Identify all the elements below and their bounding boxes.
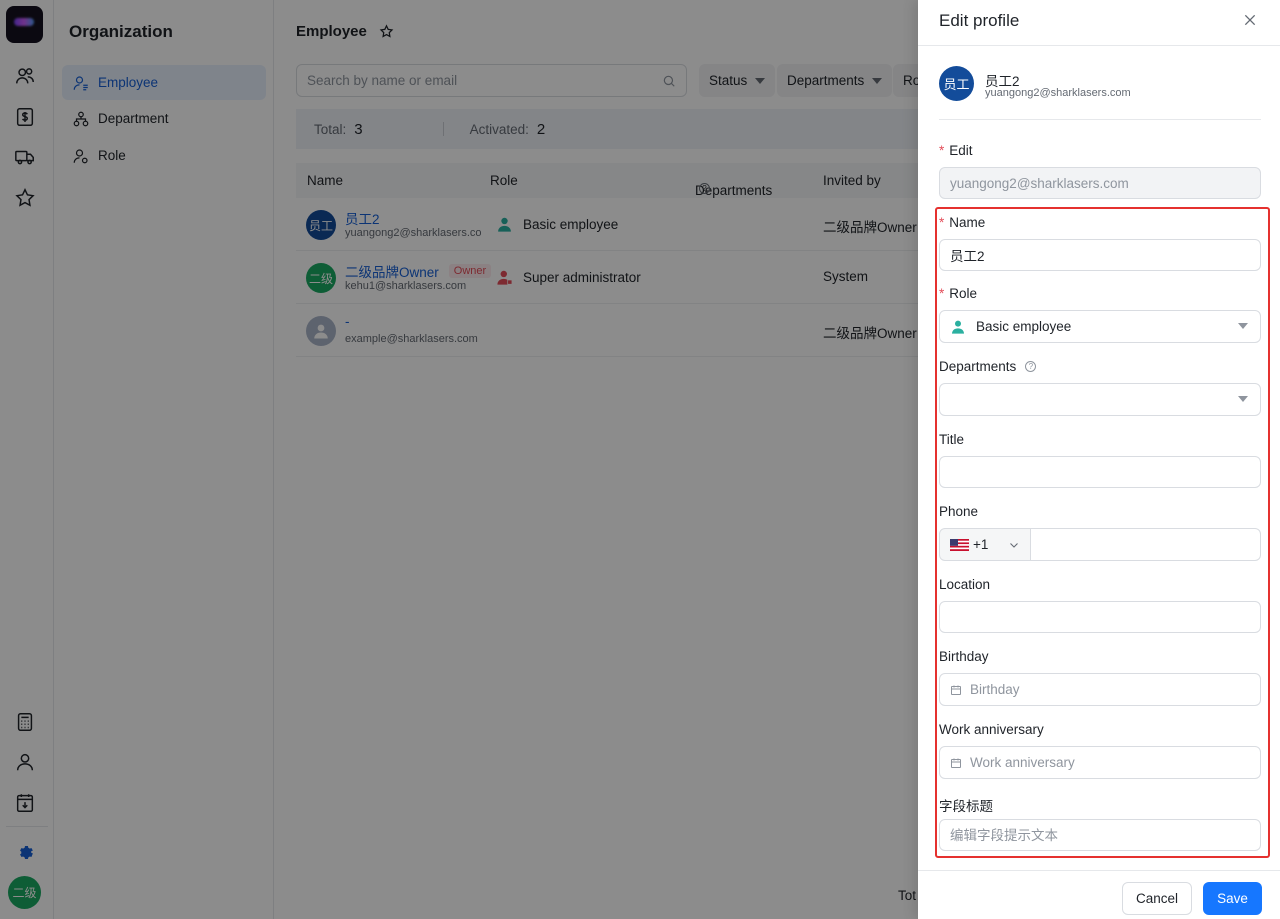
profile-email: yuangong2@sharklasers.com: [985, 87, 1131, 99]
departments-select[interactable]: [939, 383, 1261, 416]
title-field[interactable]: [939, 456, 1261, 488]
phone-label: Phone: [939, 504, 979, 519]
title-label: Title: [939, 432, 965, 447]
edit-profile-drawer: Edit profile 员工 员工2 yuangong2@sharklaser…: [918, 0, 1280, 919]
calendar-icon: [951, 685, 961, 695]
drawer-title: Edit profile: [939, 11, 1020, 30]
birthday-label: Birthday: [939, 649, 989, 664]
role-select[interactable]: Basic employee: [939, 310, 1261, 343]
birthday-picker[interactable]: [939, 673, 1261, 706]
close-icon[interactable]: [1242, 12, 1258, 28]
custom-field[interactable]: [939, 819, 1261, 851]
custom-field-input[interactable]: [950, 827, 1250, 843]
chevron-down-icon: [1010, 542, 1019, 548]
name-input[interactable]: [950, 247, 1250, 263]
location-label: Location: [939, 577, 991, 592]
profile-avatar: 员工: [939, 66, 974, 101]
modal-overlay[interactable]: [0, 0, 918, 919]
phone-input[interactable]: [1041, 537, 1250, 552]
location-input[interactable]: [950, 609, 1250, 625]
email-field: [939, 167, 1261, 199]
role-label: * Role: [939, 286, 978, 301]
name-label: * Name: [939, 215, 986, 230]
chevron-down-icon: [1238, 323, 1248, 329]
cancel-button[interactable]: Cancel: [1122, 882, 1192, 915]
header-divider: [918, 45, 1280, 46]
save-button[interactable]: Save: [1203, 882, 1262, 915]
profile-divider: [939, 119, 1261, 120]
us-flag-icon: [950, 538, 969, 551]
phone-field[interactable]: [1030, 528, 1261, 561]
custom-field-label: 字段标题: [939, 799, 993, 814]
work-anniversary-input[interactable]: [970, 755, 1250, 770]
person-icon: [952, 320, 964, 334]
location-field[interactable]: [939, 601, 1261, 633]
work-anniversary-picker[interactable]: [939, 746, 1261, 779]
country-code-select[interactable]: +1: [939, 528, 1031, 561]
title-input[interactable]: [950, 464, 1250, 480]
footer-divider: [918, 870, 1280, 871]
name-field[interactable]: [939, 239, 1261, 271]
help-icon[interactable]: ?: [1025, 361, 1037, 372]
calendar-icon: [951, 758, 961, 768]
email-input: [950, 175, 1250, 191]
chevron-down-icon: [1238, 396, 1248, 402]
edit-label: * Edit: [939, 143, 973, 158]
work-anniversary-label: Work anniversary: [939, 722, 1044, 737]
birthday-input[interactable]: [970, 682, 1250, 697]
departments-label: Departments?: [939, 359, 1037, 374]
